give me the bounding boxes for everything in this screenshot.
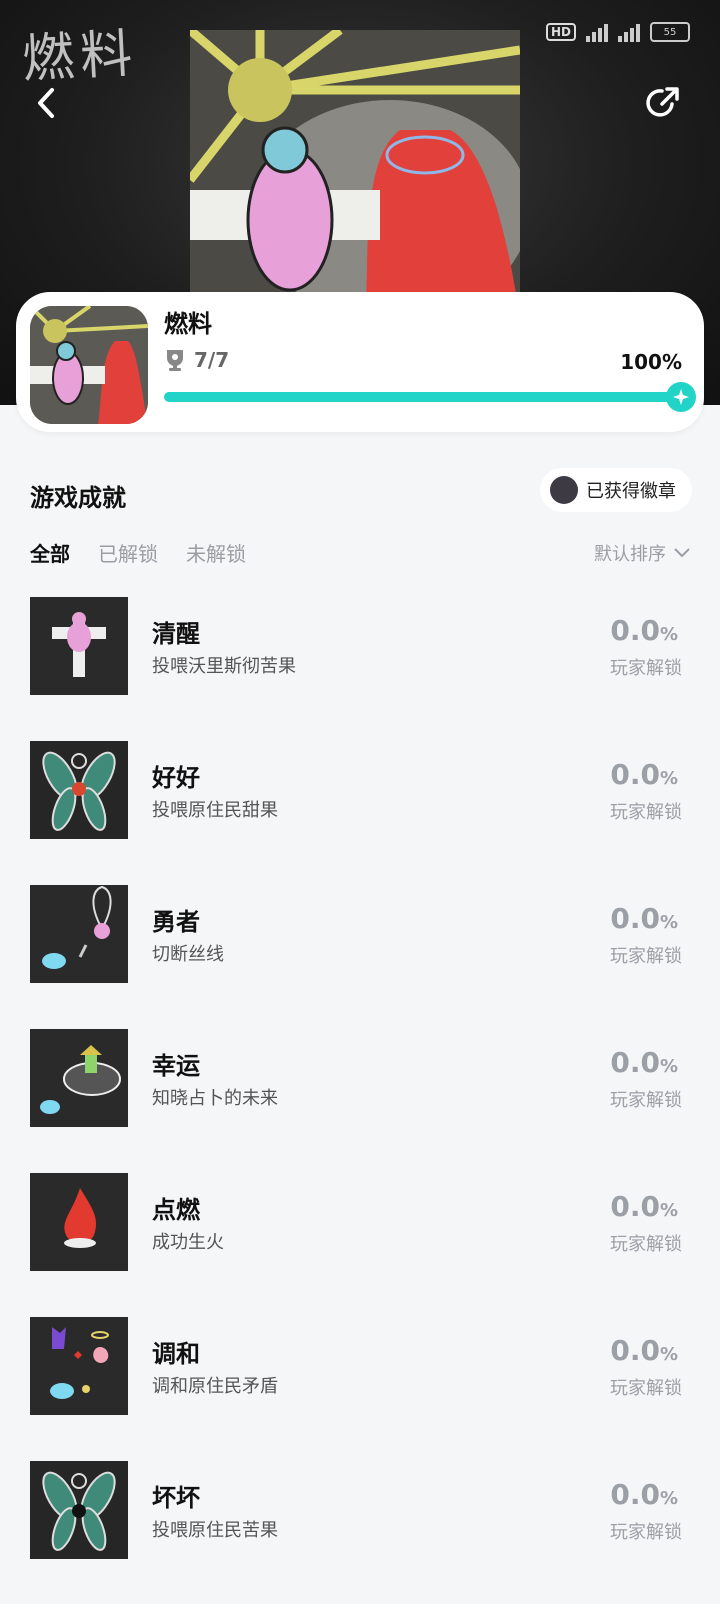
- winged-cat-dark-icon: [30, 1461, 128, 1559]
- game-info-card: 燃料 7/7 100%: [16, 292, 704, 432]
- chevron-left-icon: [38, 88, 54, 118]
- unlock-rate: 0.0%: [610, 614, 678, 647]
- unlock-rate: 0.0%: [610, 1334, 678, 1367]
- achievement-name: 清醒: [152, 620, 200, 648]
- list-item[interactable]: 坏坏 投喂原住民苦果 0.0% 玩家解锁: [0, 1460, 720, 1604]
- unlock-rate: 0.0%: [610, 758, 678, 791]
- cut-thread-icon: [30, 885, 128, 983]
- unlock-rate-label: 玩家解锁: [610, 658, 682, 679]
- sort-dropdown[interactable]: 默认排序: [594, 540, 690, 566]
- achievement-name: 幸运: [152, 1052, 200, 1080]
- game-cover-image: [30, 306, 148, 424]
- section-title: 游戏成就: [30, 484, 126, 512]
- status-bar: HD 55: [545, 22, 690, 42]
- rabbit-cross-icon: [30, 597, 128, 695]
- achievement-name: 好好: [152, 764, 200, 792]
- unlock-rate: 0.0%: [610, 902, 678, 935]
- list-item[interactable]: 调和 调和原住民矛盾 0.0% 玩家解锁: [0, 1316, 720, 1460]
- list-item[interactable]: 好好 投喂原住民甜果 0.0% 玩家解锁: [0, 740, 720, 884]
- achievement-name: 点燃: [152, 1196, 200, 1224]
- sort-label: 默认排序: [594, 544, 666, 565]
- unlock-rate: 0.0%: [610, 1190, 678, 1223]
- trophy-count: 7/7: [194, 348, 230, 372]
- achievement-tabs: 全部 已解锁 未解锁: [30, 538, 246, 567]
- achievement-desc: 投喂沃里斯彻苦果: [152, 656, 296, 677]
- tab-unlocked[interactable]: 已解锁: [98, 538, 158, 567]
- chevron-down-icon: [674, 548, 690, 558]
- achievement-desc: 知晓占卜的未来: [152, 1088, 278, 1109]
- list-item[interactable]: 清醒 投喂沃里斯彻苦果 0.0% 玩家解锁: [0, 596, 720, 740]
- earned-badges-button[interactable]: 已获得徽章: [540, 468, 692, 512]
- unlock-rate-label: 玩家解锁: [610, 946, 682, 967]
- list-item[interactable]: 幸运 知晓占卜的未来 0.0% 玩家解锁: [0, 1028, 720, 1172]
- unlock-rate-label: 玩家解锁: [610, 1234, 682, 1255]
- completion-percent: 100%: [620, 350, 682, 374]
- achievement-name: 勇者: [152, 908, 200, 936]
- back-button[interactable]: [26, 82, 68, 124]
- trophy-icon: [167, 350, 183, 371]
- battery-icon: 55: [650, 22, 690, 42]
- signal-icon: [586, 22, 608, 42]
- signal-icon: [618, 22, 640, 42]
- hd-indicator: HD: [545, 23, 576, 41]
- unlock-rate-label: 玩家解锁: [610, 802, 682, 823]
- unlock-rate-label: 玩家解锁: [610, 1090, 682, 1111]
- unlock-rate: 0.0%: [610, 1478, 678, 1511]
- list-item[interactable]: 点燃 成功生火 0.0% 玩家解锁: [0, 1172, 720, 1316]
- game-title: 燃料: [164, 310, 212, 338]
- hero-artwork: [186, 26, 530, 320]
- share-icon: [646, 87, 679, 117]
- tab-locked[interactable]: 未解锁: [186, 538, 246, 567]
- achievement-name: 调和: [152, 1340, 200, 1368]
- completion-progress-bar: [164, 382, 696, 412]
- achievement-list: 清醒 投喂沃里斯彻苦果 0.0% 玩家解锁 好好 投喂原住民甜果 0.0% 玩家…: [0, 596, 720, 1604]
- unlock-rate-label: 玩家解锁: [610, 1378, 682, 1399]
- hero-watermark-title: 燃料: [20, 23, 140, 90]
- progress-star-icon: [666, 382, 696, 412]
- winged-cat-icon: [30, 741, 128, 839]
- earned-badges-label: 已获得徽章: [586, 481, 676, 502]
- fortune-cloud-icon: [30, 1029, 128, 1127]
- achievement-desc: 切断丝线: [152, 944, 224, 965]
- unlock-rate-label: 玩家解锁: [610, 1522, 682, 1543]
- fire-icon: [30, 1173, 128, 1271]
- reconcile-icon: [30, 1317, 128, 1415]
- achievement-desc: 投喂原住民甜果: [152, 800, 278, 821]
- unlock-rate: 0.0%: [610, 1046, 678, 1079]
- tab-all[interactable]: 全部: [30, 538, 70, 567]
- list-item[interactable]: 勇者 切断丝线 0.0% 玩家解锁: [0, 884, 720, 1028]
- achievement-desc: 投喂原住民苦果: [152, 1520, 278, 1541]
- share-button[interactable]: [642, 82, 684, 124]
- badge-avatar-icon: [550, 476, 578, 504]
- achievement-name: 坏坏: [152, 1484, 200, 1512]
- progress-fill: [164, 392, 682, 402]
- achievement-desc: 成功生火: [152, 1232, 224, 1253]
- trophy-progress: 7/7: [164, 348, 229, 372]
- achievement-desc: 调和原住民矛盾: [152, 1376, 278, 1397]
